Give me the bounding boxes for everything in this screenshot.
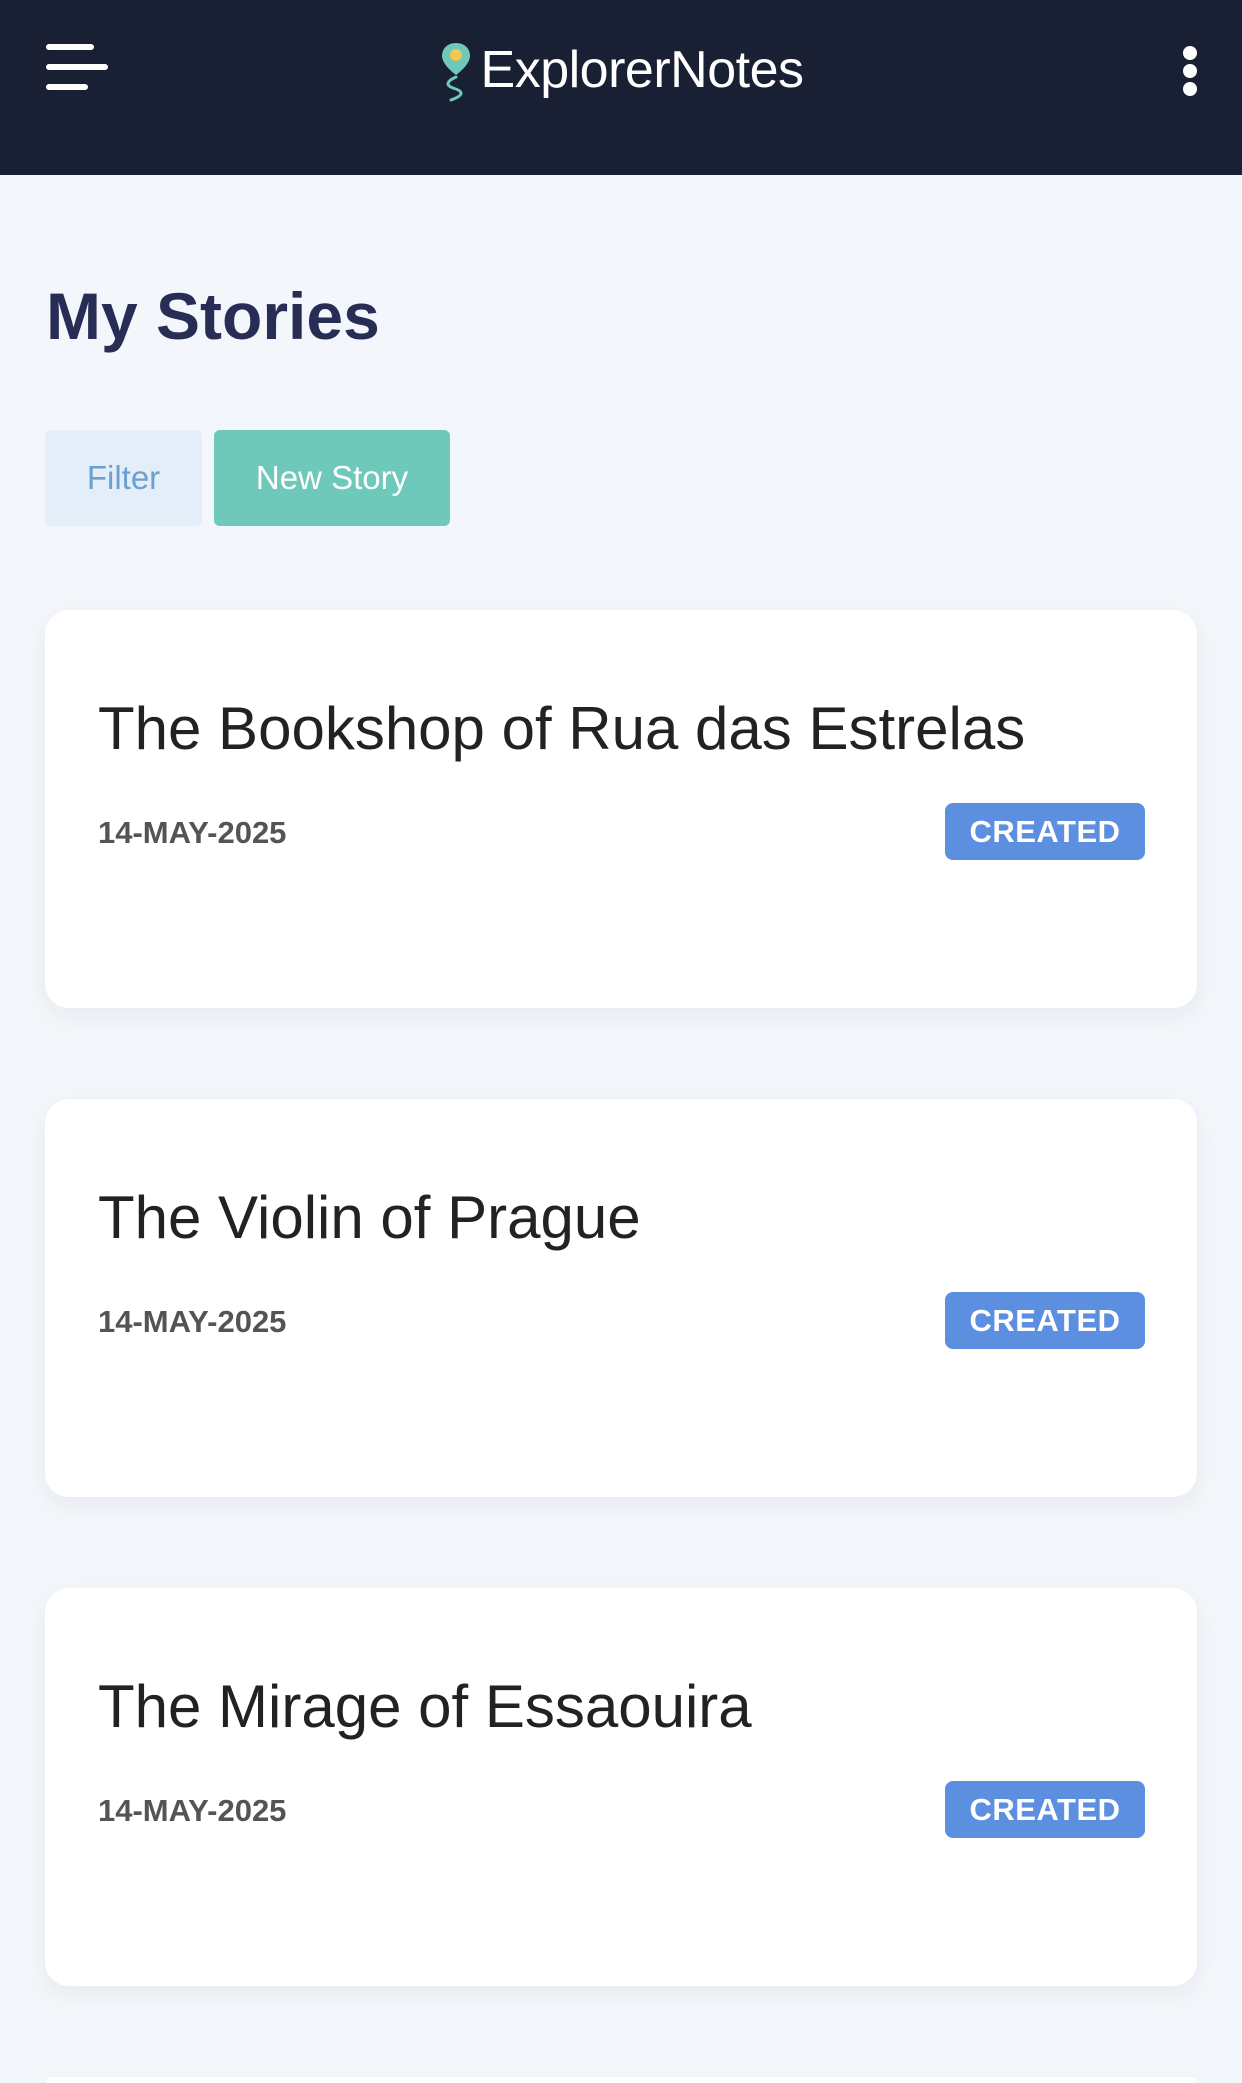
story-title: The Mirage of Essaouira bbox=[98, 1673, 752, 1740]
story-date: 14-MAY-2025 bbox=[98, 1793, 287, 1828]
story-title: The Bookshop of Rua das Estrelas bbox=[98, 695, 1026, 762]
story-card[interactable]: The Violin of Prague 14-MAY-2025 CREATED bbox=[45, 1099, 1197, 1497]
page-title: My Stories bbox=[46, 279, 380, 353]
status-badge: CREATED bbox=[945, 803, 1145, 860]
app-brand: ExplorerNotes bbox=[0, 0, 1242, 140]
story-card-partial[interactable] bbox=[45, 2077, 1197, 2083]
app-header: ExplorerNotes bbox=[0, 0, 1242, 175]
story-title: The Violin of Prague bbox=[98, 1184, 641, 1251]
app-title: ExplorerNotes bbox=[480, 41, 804, 99]
story-card[interactable]: The Mirage of Essaouira 14-MAY-2025 CREA… bbox=[45, 1588, 1197, 1986]
status-badge: CREATED bbox=[945, 1781, 1145, 1838]
filter-button[interactable]: Filter bbox=[45, 430, 202, 526]
map-pin-route-icon bbox=[441, 43, 470, 102]
status-badge: CREATED bbox=[945, 1292, 1145, 1349]
story-card[interactable]: The Bookshop of Rua das Estrelas 14-MAY-… bbox=[45, 610, 1197, 1008]
story-date: 14-MAY-2025 bbox=[98, 1304, 287, 1339]
story-date: 14-MAY-2025 bbox=[98, 815, 287, 850]
new-story-button[interactable]: New Story bbox=[214, 430, 450, 526]
vertical-dots-icon[interactable] bbox=[1176, 40, 1206, 100]
